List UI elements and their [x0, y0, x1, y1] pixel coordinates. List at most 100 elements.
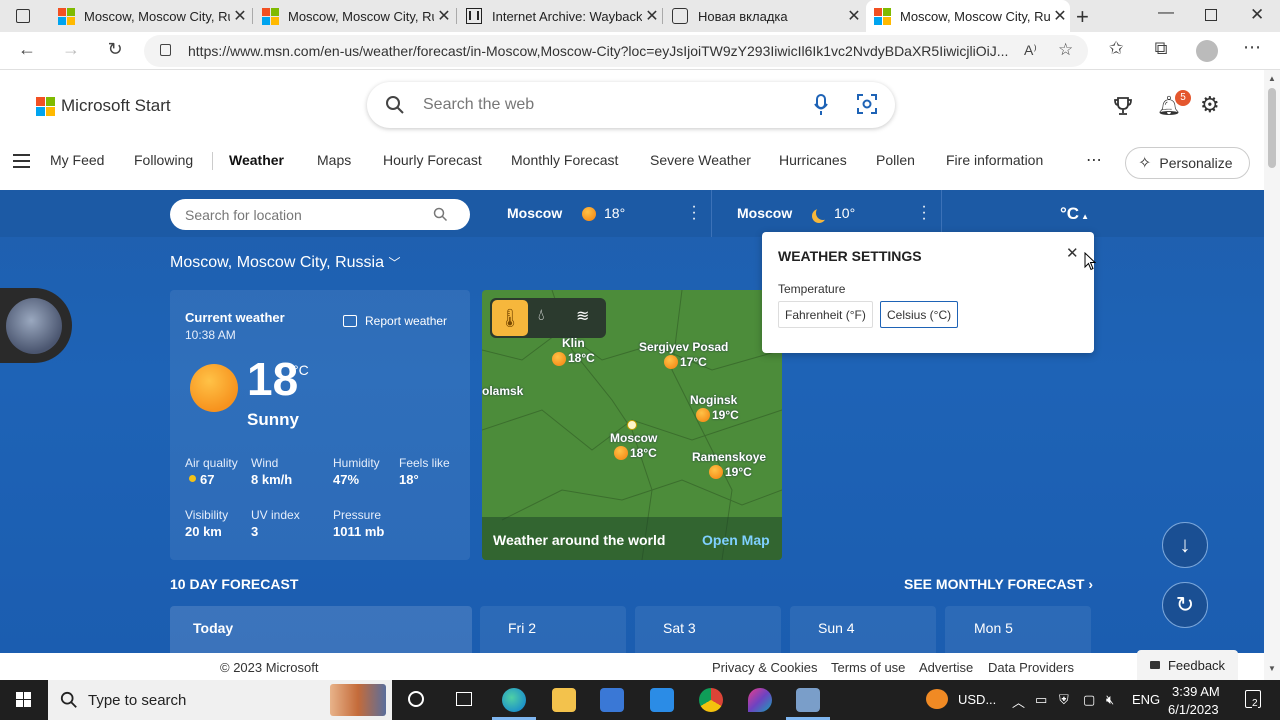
- forecast-day-card[interactable]: [480, 606, 626, 653]
- footer-link-terms[interactable]: Terms of use: [831, 660, 905, 675]
- tab-5-active[interactable]: Moscow, Moscow City, Ru ✕: [866, 0, 1070, 32]
- nav-maps[interactable]: Maps: [317, 152, 351, 168]
- cortana-icon[interactable]: [408, 691, 424, 707]
- remote-desktop-icon[interactable]: [796, 688, 820, 712]
- back-arrow-icon[interactable]: ←: [16, 39, 38, 60]
- precipitation-layer-icon[interactable]: 💧︎: [538, 307, 544, 325]
- taskbar-search[interactable]: Type to search: [48, 680, 392, 720]
- microphone-icon[interactable]: [814, 94, 828, 116]
- feedback-button[interactable]: Feedback: [1137, 650, 1238, 680]
- temperature-unit-toggle[interactable]: °C ▲: [1060, 204, 1089, 224]
- temperature-layer-button[interactable]: 🌡︎: [492, 300, 528, 336]
- stat-label[interactable]: Air quality: [185, 456, 238, 470]
- clock-date[interactable]: 6/1/2023: [1168, 702, 1219, 717]
- hamburger-menu-icon[interactable]: [13, 154, 30, 168]
- scroll-down-icon[interactable]: ▼: [1268, 664, 1276, 673]
- forecast-day-card[interactable]: [945, 606, 1091, 653]
- web-search-input[interactable]: Search the web: [423, 96, 534, 114]
- language-indicator[interactable]: ENG: [1132, 692, 1160, 707]
- collections-icon[interactable]: ⧉: [1149, 38, 1173, 59]
- scroll-up-icon[interactable]: ▲: [1268, 74, 1276, 83]
- nav-fire-information[interactable]: Fire information: [946, 152, 1043, 168]
- favorite-location-1[interactable]: Moscow: [507, 205, 562, 221]
- close-icon[interactable]: ✕: [844, 6, 864, 26]
- see-monthly-forecast-link[interactable]: SEE MONTHLY FORECAST ›: [904, 576, 1093, 592]
- file-explorer-icon[interactable]: [552, 688, 576, 712]
- stat-label[interactable]: Visibility: [185, 508, 228, 522]
- web-search-box[interactable]: Search the web: [367, 82, 895, 128]
- taskbar-search-input[interactable]: Type to search: [88, 692, 186, 709]
- chevron-up-icon[interactable]: ︿: [1012, 692, 1025, 711]
- scrollbar-thumb[interactable]: [1268, 88, 1276, 168]
- stat-label[interactable]: Humidity: [333, 456, 380, 470]
- stat-label[interactable]: Pressure: [333, 508, 381, 522]
- close-icon[interactable]: ✕: [434, 6, 454, 26]
- profile-avatar[interactable]: [1196, 40, 1218, 62]
- mail-icon[interactable]: [650, 688, 674, 712]
- close-icon[interactable]: ✕: [642, 6, 662, 26]
- clock-time[interactable]: 3:39 AM: [1172, 684, 1220, 699]
- location-title[interactable]: Moscow, Moscow City, Russia ﹀: [170, 254, 400, 272]
- store-icon[interactable]: [600, 688, 624, 712]
- forecast-day-card[interactable]: [790, 606, 936, 653]
- nav-monthly-forecast[interactable]: Monthly Forecast: [511, 152, 618, 168]
- report-weather-button[interactable]: Report weather: [343, 314, 447, 328]
- celsius-option[interactable]: Celsius (°C): [880, 301, 959, 328]
- new-tab-button[interactable]: +: [1076, 4, 1089, 30]
- page-scrollbar[interactable]: ▲ ▼: [1264, 70, 1280, 680]
- paint-icon[interactable]: [748, 688, 772, 712]
- edge-icon[interactable]: [502, 688, 526, 712]
- tab-2[interactable]: Moscow, Moscow City, Ru ✕: [254, 0, 454, 32]
- nav-my-feed[interactable]: My Feed: [50, 152, 104, 168]
- windows-start-icon[interactable]: [16, 692, 31, 707]
- location-search-box[interactable]: Search for location: [170, 199, 470, 230]
- close-icon[interactable]: ✕: [230, 6, 250, 26]
- meet-now-icon[interactable]: ▭: [1035, 692, 1047, 708]
- open-map-link[interactable]: Open Map: [702, 532, 770, 548]
- fahrenheit-option[interactable]: Fahrenheit (°F): [778, 301, 873, 328]
- nav-weather[interactable]: Weather: [229, 152, 284, 168]
- footer-link-advertise[interactable]: Advertise: [919, 660, 973, 675]
- minimize-button[interactable]: —: [1158, 4, 1174, 22]
- tab-1[interactable]: Moscow, Moscow City, Ru ✕: [50, 0, 250, 32]
- footer-link-data-providers[interactable]: Data Providers: [988, 660, 1074, 675]
- lock-icon[interactable]: [160, 44, 171, 56]
- add-favorite-icon[interactable]: ☆: [1058, 40, 1073, 60]
- nav-severe-weather[interactable]: Severe Weather: [650, 152, 751, 168]
- nav-hurricanes[interactable]: Hurricanes: [779, 152, 847, 168]
- favorite-location-2[interactable]: Moscow: [737, 205, 792, 221]
- stat-label[interactable]: Wind: [251, 456, 278, 470]
- network-icon[interactable]: ▢: [1083, 692, 1095, 708]
- stat-label[interactable]: UV index: [251, 508, 300, 522]
- wind-layer-icon[interactable]: ≋: [576, 306, 589, 326]
- security-icon[interactable]: ⛨: [1059, 692, 1069, 708]
- more-menu-icon[interactable]: ⋯: [1240, 37, 1264, 58]
- brand-logo[interactable]: Microsoft Start: [36, 96, 171, 116]
- weather-map[interactable]: 🌡︎ 💧︎ ≋ Klin 18°C Sergiyev Posad 17°C ol…: [482, 290, 782, 560]
- url-text[interactable]: https://www.msn.com/en-us/weather/foreca…: [188, 43, 1008, 59]
- tab-3[interactable]: Internet Archive: Wayback ✕: [458, 0, 662, 32]
- tab-4[interactable]: Новая вкладка ✕: [664, 0, 864, 32]
- weather-widget-text[interactable]: USD...: [958, 692, 996, 707]
- nav-following[interactable]: Following: [134, 152, 193, 168]
- url-field[interactable]: https://www.msn.com/en-us/weather/foreca…: [144, 35, 1088, 67]
- weather-widget-icon[interactable]: [926, 689, 948, 709]
- assistant-bubble-icon[interactable]: [0, 288, 72, 363]
- visual-search-icon[interactable]: [857, 94, 877, 114]
- location-search-input[interactable]: Search for location: [185, 207, 302, 223]
- restore-button[interactable]: [1205, 9, 1217, 21]
- stat-label[interactable]: Feels like: [399, 456, 450, 470]
- nav-hourly-forecast[interactable]: Hourly Forecast: [383, 152, 482, 168]
- close-window-button[interactable]: ✕: [1250, 5, 1264, 25]
- close-icon[interactable]: ✕: [1050, 6, 1070, 26]
- personalize-button[interactable]: ✧ Personalize: [1125, 147, 1250, 179]
- favorites-icon[interactable]: ✩: [1104, 38, 1128, 59]
- scroll-down-button[interactable]: ↓: [1162, 522, 1208, 568]
- location-1-menu-icon[interactable]: · · ·: [689, 199, 699, 227]
- footer-link-privacy[interactable]: Privacy & Cookies: [712, 660, 817, 675]
- refresh-button[interactable]: ↻: [1162, 582, 1208, 628]
- chrome-icon[interactable]: [699, 688, 723, 712]
- close-icon[interactable]: ✕: [1066, 244, 1079, 262]
- task-view-icon[interactable]: [456, 692, 472, 706]
- location-2-menu-icon[interactable]: · · ·: [919, 199, 929, 227]
